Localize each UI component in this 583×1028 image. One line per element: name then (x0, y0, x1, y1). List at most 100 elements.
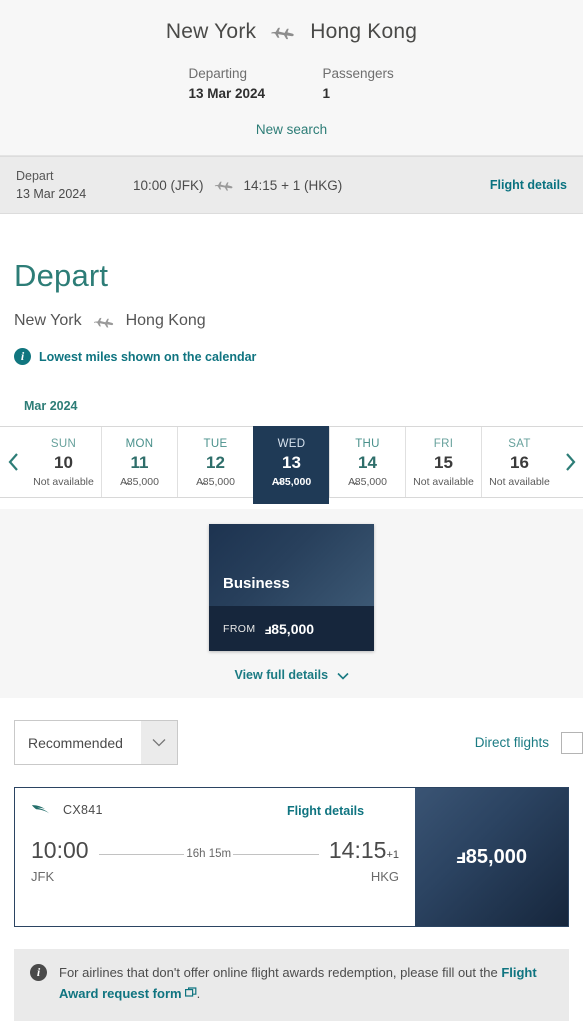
miles-symbol: A̶ (196, 476, 203, 489)
calendar-day-price: A̶85,000 (196, 476, 235, 488)
arrival-time-value: 14:15 (328, 837, 387, 863)
calendar-day-number: 15 (434, 452, 453, 472)
cabin-price: ⅎ85,000 (265, 621, 315, 637)
flight-result-main: CX841 Flight details 10:00 JFK 16h 15m 1… (15, 788, 415, 926)
cabin-from-label: FROM (223, 622, 256, 635)
calendar-next-button[interactable] (557, 427, 583, 497)
cabin-card-business[interactable]: Business FROM ⅎ85,000 (209, 524, 374, 651)
calendar-prev-button[interactable] (0, 427, 26, 497)
calendar-day-price-value: 85,000 (354, 476, 387, 489)
flight-times: 10:00 JFK 16h 15m 14:15+1 HKG (31, 839, 399, 885)
lowest-miles-label: Lowest miles shown on the calendar (39, 349, 257, 364)
arrival-time: 14:15+1 (329, 839, 399, 862)
calendar-day-10[interactable]: SUN 10 Not available (26, 427, 101, 497)
miles-symbol: A̶ (348, 476, 355, 489)
depart-strip-flight-details-link[interactable]: Flight details (490, 178, 567, 192)
chevron-down-icon (336, 668, 349, 682)
calendar-day-price: Not available (489, 476, 550, 489)
departing-field: Departing 13 Mar 2024 (189, 66, 279, 101)
calendar-day-price-value: 85,000 (126, 476, 159, 489)
chevron-down-icon (141, 721, 177, 764)
calendar-day-dow: MON (125, 437, 154, 450)
calendar-day-15[interactable]: FRI 15 Not available (405, 427, 481, 497)
depart-route: New York Hong Kong (14, 312, 569, 330)
departing-label: Departing (188, 66, 248, 81)
departure-airport-code: JFK (31, 869, 55, 884)
depart-route-origin: New York (14, 312, 82, 329)
view-full-details-label: View full details (234, 668, 329, 682)
calendar-day-number: 13 (282, 452, 301, 472)
external-link-icon (184, 985, 197, 997)
calendar-day-dow: WED (277, 437, 306, 450)
miles-symbol: ⅎ (456, 845, 466, 868)
cabin-class-panel: Business FROM ⅎ85,000 View full details (0, 509, 583, 698)
depart-strip-date-block: Depart 13 Mar 2024 (16, 167, 86, 203)
cabin-price-value: 85,000 (271, 620, 315, 637)
depart-strip-label: Depart (16, 168, 54, 183)
cabin-card-bottom: FROM ⅎ85,000 (209, 606, 374, 651)
origin-city: New York (165, 20, 257, 43)
calendar-day-11[interactable]: MON 11 A̶85,000 (101, 427, 177, 497)
calendar-day-14[interactable]: THU 14 A̶85,000 (329, 427, 405, 497)
duration-indicator: 16h 15m (89, 848, 329, 860)
flight-result-card[interactable]: CX841 Flight details 10:00 JFK 16h 15m 1… (14, 787, 569, 927)
direct-flights-filter: Direct flights (475, 731, 583, 754)
plane-icon (93, 313, 115, 330)
depart-strip-date: 13 Mar 2024 (16, 187, 87, 201)
depart-strip-arr-time: 14:15 + 1 (HKG) (243, 177, 343, 193)
calendar-day-dow: TUE (203, 437, 228, 450)
flight-number: CX841 (63, 802, 103, 817)
calendar-day-number: 14 (358, 452, 377, 472)
duration-line-right (233, 853, 319, 855)
destination-city: Hong Kong (310, 20, 418, 43)
flight-price: ⅎ85,000 (456, 846, 527, 869)
direct-flights-checkbox[interactable] (561, 731, 583, 754)
sort-select[interactable]: Recommended (14, 720, 178, 765)
lowest-miles-note[interactable]: i Lowest miles shown on the calendar (14, 348, 569, 365)
plane-icon (270, 22, 296, 42)
new-search-link[interactable]: New search (256, 122, 327, 137)
cabin-card-top: Business (209, 524, 374, 606)
flight-price-panel[interactable]: ⅎ85,000 (415, 788, 568, 926)
calendar-day-price-value: 85,000 (279, 476, 312, 489)
date-calendar-strip: SUN 10 Not available MON 11 A̶85,000 TUE 12 A̶85… (0, 426, 583, 504)
departure-block: 10:00 JFK (31, 839, 89, 885)
depart-summary-strip[interactable]: Depart 13 Mar 2024 10:00 (JFK) 14:15 + 1… (0, 156, 583, 214)
passengers-value: 1 (322, 86, 331, 101)
calendar-day-dow: SAT (508, 437, 531, 450)
calendar-day-price: Not available (413, 476, 474, 489)
depart-route-destination: Hong Kong (125, 312, 206, 329)
flight-details-link[interactable]: Flight details (287, 804, 364, 818)
arrival-block: 14:15+1 HKG (329, 839, 399, 885)
direct-flights-label[interactable]: Direct flights (475, 735, 549, 750)
passengers-field: Passengers 1 (323, 66, 413, 101)
plane-icon (214, 177, 234, 193)
calendar-day-number: 11 (130, 452, 149, 472)
calendar-day-dow: FRI (433, 437, 454, 450)
calendar-day-price: A̶85,000 (120, 476, 159, 488)
new-search-wrap: New search (0, 121, 583, 139)
award-redemption-notice: i For airlines that don't offer online f… (14, 949, 569, 1021)
calendar-day-number: 10 (54, 452, 73, 472)
arrival-day-offset: +1 (386, 849, 399, 861)
miles-symbol: A̶ (120, 476, 127, 489)
sort-select-value: Recommended (28, 734, 123, 751)
calendar-day-12[interactable]: TUE 12 A̶85,000 (177, 427, 253, 497)
calendar-month-label: Mar 2024 (24, 399, 78, 413)
calendar-day-dow: THU (355, 437, 380, 450)
calendar-day-16[interactable]: SAT 16 Not available (481, 427, 557, 497)
calendar-day-dow: SUN (50, 437, 77, 450)
route-title: New York Hong Kong (0, 14, 583, 44)
info-icon: i (30, 964, 47, 981)
filter-row: Recommended Direct flights (0, 720, 583, 765)
notice-text: For airlines that don't offer online fli… (59, 963, 553, 1005)
calendar-days: SUN 10 Not available MON 11 A̶85,000 TUE 12 A̶85… (26, 426, 557, 504)
arrival-airport-code: HKG (370, 869, 399, 884)
calendar-day-price-value: 85,000 (202, 476, 235, 489)
departing-value: 13 Mar 2024 (188, 86, 266, 101)
cathay-brushwing-icon (31, 802, 55, 817)
calendar-day-13[interactable]: WED 13 A̶85,000 (253, 426, 329, 504)
calendar-day-price: A̶85,000 (272, 476, 311, 488)
view-full-details-link[interactable]: View full details (0, 668, 583, 682)
summary-fields: Departing 13 Mar 2024 Passengers 1 (0, 66, 583, 101)
